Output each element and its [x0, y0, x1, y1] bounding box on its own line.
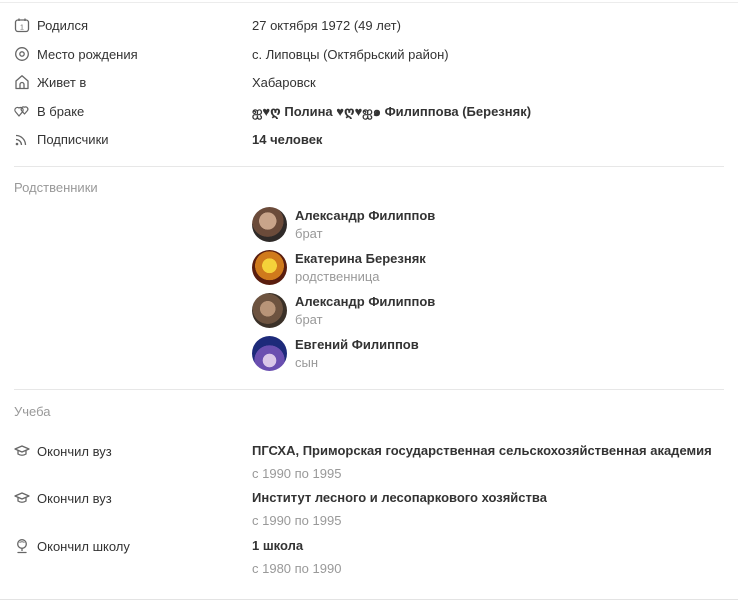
spouse-link[interactable]: ஐ♥ღ Полина ♥ღ♥ஐ๑ Филиппова (Березняк) — [252, 101, 531, 122]
relative-name[interactable]: Александр Филиппов — [295, 293, 435, 311]
relatives-title: Родственники — [14, 180, 98, 195]
education-item: Окончил вуз ПГСХА, Приморская государств… — [14, 442, 724, 483]
relative-role: родственница — [295, 269, 380, 284]
education-name[interactable]: Институт лесного и лесопаркового хозяйст… — [252, 489, 547, 507]
education-period: с 1990 по 1995 — [252, 513, 342, 528]
subscribers-link[interactable]: 14 человек — [252, 132, 322, 147]
avatar[interactable] — [252, 336, 287, 371]
education-period: с 1980 по 1990 — [252, 561, 342, 576]
calendar-icon: 1 — [14, 18, 30, 33]
birthplace-label: Место рождения — [37, 46, 138, 62]
relative-item[interactable]: Александр Филиппов брат — [252, 293, 435, 329]
relative-role: брат — [295, 312, 323, 327]
location-pin-icon — [15, 47, 29, 61]
relative-role: сын — [295, 355, 319, 370]
relative-name[interactable]: Екатерина Березняк — [295, 250, 426, 268]
avatar[interactable] — [252, 293, 287, 328]
svg-text:1: 1 — [20, 25, 24, 32]
education-item: Окончил школу 1 школа с 1980 по 1990 — [14, 537, 724, 578]
lives-value[interactable]: Хабаровск — [252, 75, 316, 90]
rss-icon — [15, 134, 27, 146]
relative-name[interactable]: Александр Филиппов — [295, 207, 435, 225]
education-item: Окончил вуз Институт лесного и лесопарко… — [14, 489, 724, 530]
birthplace-value[interactable]: с. Липовцы (Октябрьский район) — [252, 47, 449, 62]
born-value: 27 октября 1972 (49 лет) — [252, 17, 401, 33]
lives-label: Живет в — [37, 74, 87, 90]
school-icon — [17, 539, 27, 554]
education-name[interactable]: ПГСХА, Приморская государственная сельск… — [252, 442, 712, 460]
married-label: В браке — [37, 103, 85, 119]
relative-item[interactable]: Евгений Филиппов сын — [252, 336, 419, 372]
info-row-married: В браке ஐ♥ღ Полина ♥ღ♥ஐ๑ Филиппова (Бере… — [14, 101, 724, 121]
education-label: Окончил вуз — [37, 490, 112, 506]
education-name[interactable]: 1 школа — [252, 537, 341, 555]
info-row-subscribers: Подписчики 14 человек — [14, 129, 724, 149]
info-row-lives: Живет в Хабаровск — [14, 72, 724, 92]
avatar[interactable] — [252, 207, 287, 242]
divider — [14, 389, 724, 390]
education-label: Окончил вуз — [37, 443, 112, 459]
bottom-divider — [0, 599, 738, 600]
divider — [14, 166, 724, 167]
subscribers-label: Подписчики — [37, 131, 109, 147]
home-icon — [15, 75, 29, 90]
relative-item[interactable]: Екатерина Березняк родственница — [252, 250, 426, 286]
relative-role: брат — [295, 226, 323, 241]
education-label: Окончил школу — [37, 538, 130, 554]
graduation-cap-icon — [14, 445, 30, 456]
education-period: с 1990 по 1995 — [252, 466, 342, 481]
born-label: Родился — [37, 17, 89, 33]
top-divider — [0, 2, 738, 3]
hearts-icon — [14, 106, 29, 117]
relative-item[interactable]: Александр Филиппов брат — [252, 207, 435, 243]
avatar[interactable] — [252, 250, 287, 285]
info-row-born: 1 Родился 27 октября 1972 (49 лет) — [14, 15, 724, 35]
relative-name[interactable]: Евгений Филиппов — [295, 336, 419, 354]
graduation-cap-icon — [14, 492, 30, 503]
education-title: Учеба — [14, 404, 51, 419]
info-row-birthplace: Место рождения с. Липовцы (Октябрьский р… — [14, 44, 724, 64]
